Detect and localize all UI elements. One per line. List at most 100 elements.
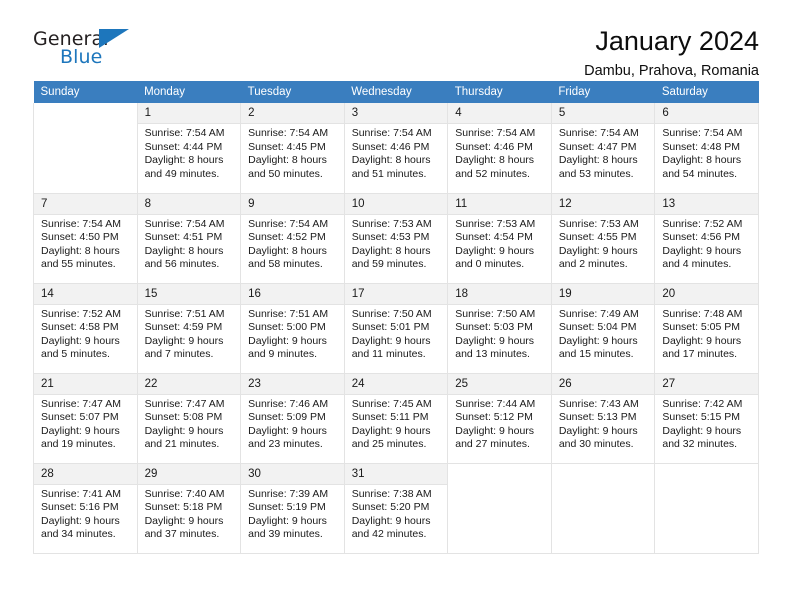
calendar-day-cell[interactable]: 26 Sunrise: 7:43 AM Sunset: 5:13 PM Dayligh… <box>550 373 656 464</box>
calendar-day-cell[interactable]: 13 Sunrise: 7:52 AM Sunset: 4:56 PM Dayligh… <box>654 193 759 284</box>
day-cell-content: 1 Sunrise: 7:54 AM Sunset: 4:44 PM Daylight… <box>137 103 241 193</box>
calendar-day-cell[interactable]: 23 Sunrise: 7:46 AM Sunset: 5:09 PM Dayligh… <box>240 373 345 464</box>
calendar-day-cell[interactable]: 28 Sunrise: 7:41 AM Sunset: 5:16 PM Dayligh… <box>33 463 138 554</box>
daylight-text-line2: and 39 minutes. <box>248 528 323 540</box>
calendar-day-cell[interactable]: 5 Sunrise: 7:54 AM Sunset: 4:47 PM Daylight… <box>550 103 656 194</box>
sunrise-text: Sunrise: 7:44 AM <box>455 397 536 410</box>
calendar-week-row: 28 Sunrise: 7:41 AM Sunset: 5:16 PM Dayligh… <box>33 463 759 554</box>
calendar-empty-cell <box>550 463 656 554</box>
daylight-text-line2: and 23 minutes. <box>248 438 323 450</box>
weekday-header-friday: Friday <box>551 81 655 103</box>
day-number: 15 <box>137 283 241 305</box>
calendar-day-cell[interactable]: 6 Sunrise: 7:54 AM Sunset: 4:48 PM Daylight… <box>654 103 759 194</box>
daylight-text-line1: Daylight: 9 hours <box>558 424 638 437</box>
calendar-day-cell[interactable]: 24 Sunrise: 7:45 AM Sunset: 5:11 PM Dayligh… <box>343 373 449 464</box>
day-number: 11 <box>448 193 551 215</box>
day-details: Sunrise: 7:47 AM Sunset: 5:07 PM Daylight:… <box>34 395 137 452</box>
day-number: 30 <box>241 463 344 485</box>
calendar-day-cell[interactable]: 18 Sunrise: 7:50 AM Sunset: 5:03 PM Dayligh… <box>447 283 552 374</box>
daylight-text-line1: Daylight: 9 hours <box>144 334 224 347</box>
calendar-day-cell[interactable]: 17 Sunrise: 7:50 AM Sunset: 5:01 PM Dayligh… <box>343 283 449 374</box>
sunset-text: Sunset: 5:11 PM <box>351 411 429 423</box>
day-details: Sunrise: 7:47 AM Sunset: 5:08 PM Daylight:… <box>138 395 241 452</box>
daylight-text-line2: and 5 minutes. <box>41 348 110 360</box>
day-cell-content: 8 Sunrise: 7:54 AM Sunset: 4:51 PM Daylight… <box>137 193 241 283</box>
calendar-day-cell[interactable]: 12 Sunrise: 7:53 AM Sunset: 4:55 PM Dayligh… <box>550 193 656 284</box>
sunrise-text: Sunrise: 7:51 AM <box>248 307 329 320</box>
calendar-day-cell[interactable]: 21 Sunrise: 7:47 AM Sunset: 5:07 PM Dayligh… <box>33 373 138 464</box>
calendar-day-cell[interactable]: 14 Sunrise: 7:52 AM Sunset: 4:58 PM Dayligh… <box>33 283 138 374</box>
day-cell-content: 25 Sunrise: 7:44 AM Sunset: 5:12 PM Dayligh… <box>448 373 551 463</box>
day-cell-content: 31 Sunrise: 7:38 AM Sunset: 5:20 PM Dayligh… <box>344 463 448 553</box>
page-title: January 2024 <box>595 26 759 56</box>
daylight-text-line2: and 55 minutes. <box>41 258 116 270</box>
daylight-text-line2: and 53 minutes. <box>558 167 634 180</box>
sunrise-text: Sunrise: 7:54 AM <box>662 127 743 139</box>
calendar-day-cell[interactable]: 31 Sunrise: 7:38 AM Sunset: 5:20 PM Dayligh… <box>343 463 449 554</box>
day-cell-content: 26 Sunrise: 7:43 AM Sunset: 5:13 PM Dayligh… <box>551 373 655 463</box>
daylight-text-line1: Daylight: 8 hours <box>248 154 327 166</box>
daylight-text-line2: and 37 minutes. <box>144 528 220 540</box>
calendar-day-cell[interactable]: 2 Sunrise: 7:54 AM Sunset: 4:45 PM Daylight… <box>240 103 345 194</box>
weekday-header-monday: Monday <box>137 81 241 103</box>
day-number: 10 <box>344 193 448 215</box>
calendar-day-cell[interactable]: 29 Sunrise: 7:40 AM Sunset: 5:18 PM Dayligh… <box>136 463 242 554</box>
day-number: 4 <box>448 103 551 124</box>
daylight-text-line2: and 19 minutes. <box>41 438 116 450</box>
calendar-day-cell[interactable]: 30 Sunrise: 7:39 AM Sunset: 5:19 PM Dayligh… <box>240 463 345 554</box>
day-details: Sunrise: 7:54 AM Sunset: 4:46 PM Daylight:… <box>345 124 448 181</box>
sunset-text: Sunset: 5:05 PM <box>662 321 741 333</box>
day-details: Sunrise: 7:53 AM Sunset: 4:55 PM Daylight:… <box>552 215 655 272</box>
sunset-text: Sunset: 5:16 PM <box>41 501 119 513</box>
day-cell-content: 6 Sunrise: 7:54 AM Sunset: 4:48 PM Daylight… <box>655 103 758 193</box>
general-blue-logo[interactable]: General Blue <box>33 26 148 74</box>
daylight-text-line1: Daylight: 9 hours <box>455 244 535 257</box>
calendar-day-cell[interactable]: 25 Sunrise: 7:44 AM Sunset: 5:12 PM Dayligh… <box>447 373 552 464</box>
calendar-day-cell[interactable]: 15 Sunrise: 7:51 AM Sunset: 4:59 PM Dayligh… <box>136 283 242 374</box>
daylight-text-line2: and 13 minutes. <box>455 348 530 360</box>
day-details: Sunrise: 7:50 AM Sunset: 5:01 PM Daylight:… <box>345 305 448 362</box>
sunrise-text: Sunrise: 7:43 AM <box>558 397 639 410</box>
day-number: 25 <box>448 373 551 395</box>
calendar-week-row: 7 Sunrise: 7:54 AM Sunset: 4:50 PM Daylight… <box>33 193 759 284</box>
day-number: 5 <box>551 103 655 124</box>
daylight-text-line2: and 52 minutes. <box>455 167 530 180</box>
sunrise-text: Sunrise: 7:52 AM <box>41 307 121 320</box>
calendar-day-cell[interactable]: 10 Sunrise: 7:53 AM Sunset: 4:53 PM Dayligh… <box>343 193 449 284</box>
daylight-text-line2: and 11 minutes. <box>351 348 426 360</box>
weekday-header-sunday: Sunday <box>33 81 138 103</box>
calendar-day-cell[interactable]: 27 Sunrise: 7:42 AM Sunset: 5:15 PM Dayligh… <box>654 373 759 464</box>
daylight-text-line2: and 50 minutes. <box>248 167 323 180</box>
day-details: Sunrise: 7:42 AM Sunset: 5:15 PM Daylight:… <box>655 395 758 452</box>
day-cell-content: 22 Sunrise: 7:47 AM Sunset: 5:08 PM Dayligh… <box>137 373 241 463</box>
calendar-day-cell[interactable]: 11 Sunrise: 7:53 AM Sunset: 4:54 PM Dayligh… <box>447 193 552 284</box>
sunrise-text: Sunrise: 7:54 AM <box>455 127 536 139</box>
daylight-text-line1: Daylight: 8 hours <box>455 154 535 166</box>
sunset-text: Sunset: 5:09 PM <box>248 411 326 423</box>
calendar-day-cell[interactable]: 8 Sunrise: 7:54 AM Sunset: 4:51 PM Daylight… <box>136 193 242 284</box>
calendar-day-cell[interactable]: 3 Sunrise: 7:54 AM Sunset: 4:46 PM Daylight… <box>343 103 449 194</box>
calendar-day-cell[interactable]: 1 Sunrise: 7:54 AM Sunset: 4:44 PM Daylight… <box>136 103 242 194</box>
calendar-day-cell[interactable]: 9 Sunrise: 7:54 AM Sunset: 4:52 PM Daylight… <box>240 193 345 284</box>
sunrise-text: Sunrise: 7:54 AM <box>144 217 225 230</box>
day-number: 3 <box>344 103 448 124</box>
calendar-day-cell[interactable]: 16 Sunrise: 7:51 AM Sunset: 5:00 PM Dayligh… <box>240 283 345 374</box>
sunrise-text: Sunrise: 7:50 AM <box>455 307 536 320</box>
day-cell-content: 11 Sunrise: 7:53 AM Sunset: 4:54 PM Dayligh… <box>448 193 551 283</box>
calendar-page: General Blue January 2024 Dambu, Prahova… <box>0 0 792 612</box>
day-details: Sunrise: 7:53 AM Sunset: 4:53 PM Daylight:… <box>345 215 448 272</box>
calendar-day-cell[interactable]: 7 Sunrise: 7:54 AM Sunset: 4:50 PM Daylight… <box>33 193 138 284</box>
calendar-day-cell[interactable]: 19 Sunrise: 7:49 AM Sunset: 5:04 PM Dayligh… <box>550 283 656 374</box>
day-cell-content: 3 Sunrise: 7:54 AM Sunset: 4:46 PM Daylight… <box>344 103 448 193</box>
calendar-day-cell[interactable]: 22 Sunrise: 7:47 AM Sunset: 5:08 PM Dayligh… <box>136 373 242 464</box>
calendar-day-cell[interactable]: 20 Sunrise: 7:48 AM Sunset: 5:05 PM Dayligh… <box>654 283 759 374</box>
daylight-text-line1: Daylight: 8 hours <box>144 154 224 166</box>
day-number: 31 <box>344 463 448 485</box>
sunrise-text: Sunrise: 7:49 AM <box>558 307 639 320</box>
day-number: 22 <box>137 373 241 395</box>
day-details: Sunrise: 7:53 AM Sunset: 4:54 PM Daylight:… <box>448 215 551 272</box>
day-number: 19 <box>551 283 655 305</box>
day-details: Sunrise: 7:46 AM Sunset: 5:09 PM Daylight:… <box>241 395 344 452</box>
daylight-text-line2: and 34 minutes. <box>41 528 116 540</box>
calendar-day-cell[interactable]: 4 Sunrise: 7:54 AM Sunset: 4:46 PM Daylight… <box>447 103 552 194</box>
